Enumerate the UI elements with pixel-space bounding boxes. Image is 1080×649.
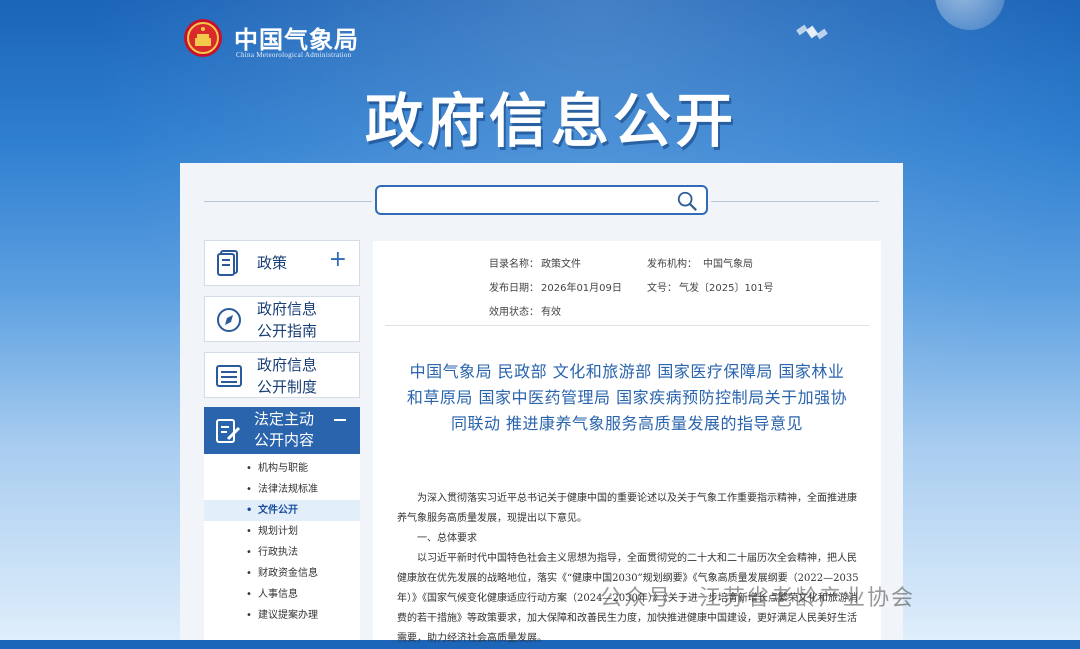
sidebar-item-label: 公开内容 <box>254 431 315 449</box>
bullet: • <box>246 589 252 600</box>
document-title: 中国气象局 民政部 文化和旅游部 国家医疗保障局 国家林业 和草原局 国家中医药… <box>387 359 867 437</box>
divider <box>385 325 869 326</box>
search-box <box>375 185 708 215</box>
sidebar-sub-item-label: 法律法规标准 <box>258 484 318 495</box>
watermark: 公众号 · 江苏省老龄产业协会 <box>600 586 915 611</box>
sidebar-sub-item-label: 规划计划 <box>258 526 298 537</box>
search-input[interactable] <box>383 189 672 213</box>
bullet: • <box>246 547 252 558</box>
bullet: • <box>246 610 252 621</box>
meta-value: 2026年01月09日 <box>541 283 622 294</box>
sidebar-item-label: 法定主动 <box>254 410 315 428</box>
meta-value: 中国气象局 <box>703 259 753 270</box>
satellite-icon <box>796 24 828 40</box>
sidebar-sub-item-label: 机构与职能 <box>258 463 308 474</box>
document-icon <box>217 250 238 276</box>
national-emblem-logo <box>184 19 222 57</box>
sidebar-item-statutory-disclosure[interactable]: 法定主动 公开内容 <box>204 407 360 454</box>
meta-label: 文号： <box>647 283 677 294</box>
sidebar-item-label: 政府信息 <box>257 300 318 318</box>
document-title-line: 同联动 推进康养气象服务高质量发展的指导意见 <box>450 414 804 433</box>
bullet: • <box>246 568 252 579</box>
body-paragraph: 为深入贯彻落实习近平总书记关于健康中国的重要论述以及关于气象工作重要指示精神，全… <box>397 493 857 524</box>
sidebar-item-label: 政府信息 <box>257 356 318 374</box>
sidebar-item-disclosure-system[interactable]: 政府信息 公开制度 <box>204 352 360 398</box>
sidebar-sub-item[interactable]: • 规划计划 <box>204 521 360 542</box>
collapse-icon[interactable] <box>334 419 346 421</box>
meta-value: 政策文件 <box>541 259 581 270</box>
sidebar-sub-item[interactable]: • 行政执法 <box>204 542 360 563</box>
sidebar-item-label: 公开指南 <box>257 322 318 340</box>
search-icon[interactable] <box>676 190 698 212</box>
section-heading: 一、总体要求 <box>397 533 477 544</box>
meta-label: 目录名称： <box>489 259 539 270</box>
list-icon <box>216 365 242 387</box>
meta-value: 气发〔2025〕101号 <box>679 283 774 294</box>
divider <box>711 201 879 202</box>
document-title-line: 和草原局 国家中医药管理局 国家疾病预防控制局关于加强协 <box>406 388 848 407</box>
content-panel: 政策 + 政府信息 公开指南 政府信息 公开制度 法定主动 公开内容 • 机构与… <box>180 163 903 644</box>
expand-icon[interactable]: + <box>329 249 347 271</box>
compass-icon <box>217 308 241 332</box>
page-title: 政府信息公开 <box>365 87 738 155</box>
divider <box>204 201 372 202</box>
bullet: • <box>246 463 252 474</box>
sidebar-sub-item[interactable]: • 财政资金信息 <box>204 563 360 584</box>
edit-document-icon <box>216 419 241 443</box>
meta-label: 发布日期： <box>489 283 539 294</box>
meta-label: 发布机构： <box>647 259 697 270</box>
sidebar-sub-item-active[interactable]: • 文件公开 <box>204 500 360 521</box>
sidebar-sub-item[interactable]: • 人事信息 <box>204 584 360 605</box>
sidebar-item-disclosure-guide[interactable]: 政府信息 公开指南 <box>204 296 360 342</box>
sidebar-sub-list: • 机构与职能 • 法律法规标准 • 文件公开 • 规划计划 • 行政执法 • … <box>204 454 360 640</box>
brand-name-english: China Meteorological Administration <box>236 51 352 59</box>
sidebar-item-policy[interactable]: 政策 + <box>204 240 360 286</box>
sidebar-sub-item-label: 行政执法 <box>258 547 298 558</box>
sidebar-sub-item[interactable]: • 建议提案办理 <box>204 605 360 626</box>
sidebar-item-label: 政策 <box>257 254 288 272</box>
sidebar-sub-item-label: 建议提案办理 <box>258 610 318 621</box>
sidebar-sub-item-label: 财政资金信息 <box>258 568 318 579</box>
sidebar-sub-item-label: 文件公开 <box>258 505 298 516</box>
document-title-line: 中国气象局 民政部 文化和旅游部 国家医疗保障局 国家林业 <box>409 362 845 381</box>
bullet: • <box>246 484 252 495</box>
meta-label: 效用状态： <box>489 307 539 318</box>
meta-value: 有效 <box>541 307 561 318</box>
sidebar-sub-item[interactable]: • 法律法规标准 <box>204 479 360 500</box>
sidebar-sub-item[interactable]: • 机构与职能 <box>204 458 360 479</box>
sidebar-item-label: 公开制度 <box>257 378 318 396</box>
sidebar-sub-item-label: 人事信息 <box>258 589 298 600</box>
bullet: • <box>246 505 253 516</box>
brand-name: 中国气象局 <box>234 26 359 54</box>
bullet: • <box>246 526 252 537</box>
